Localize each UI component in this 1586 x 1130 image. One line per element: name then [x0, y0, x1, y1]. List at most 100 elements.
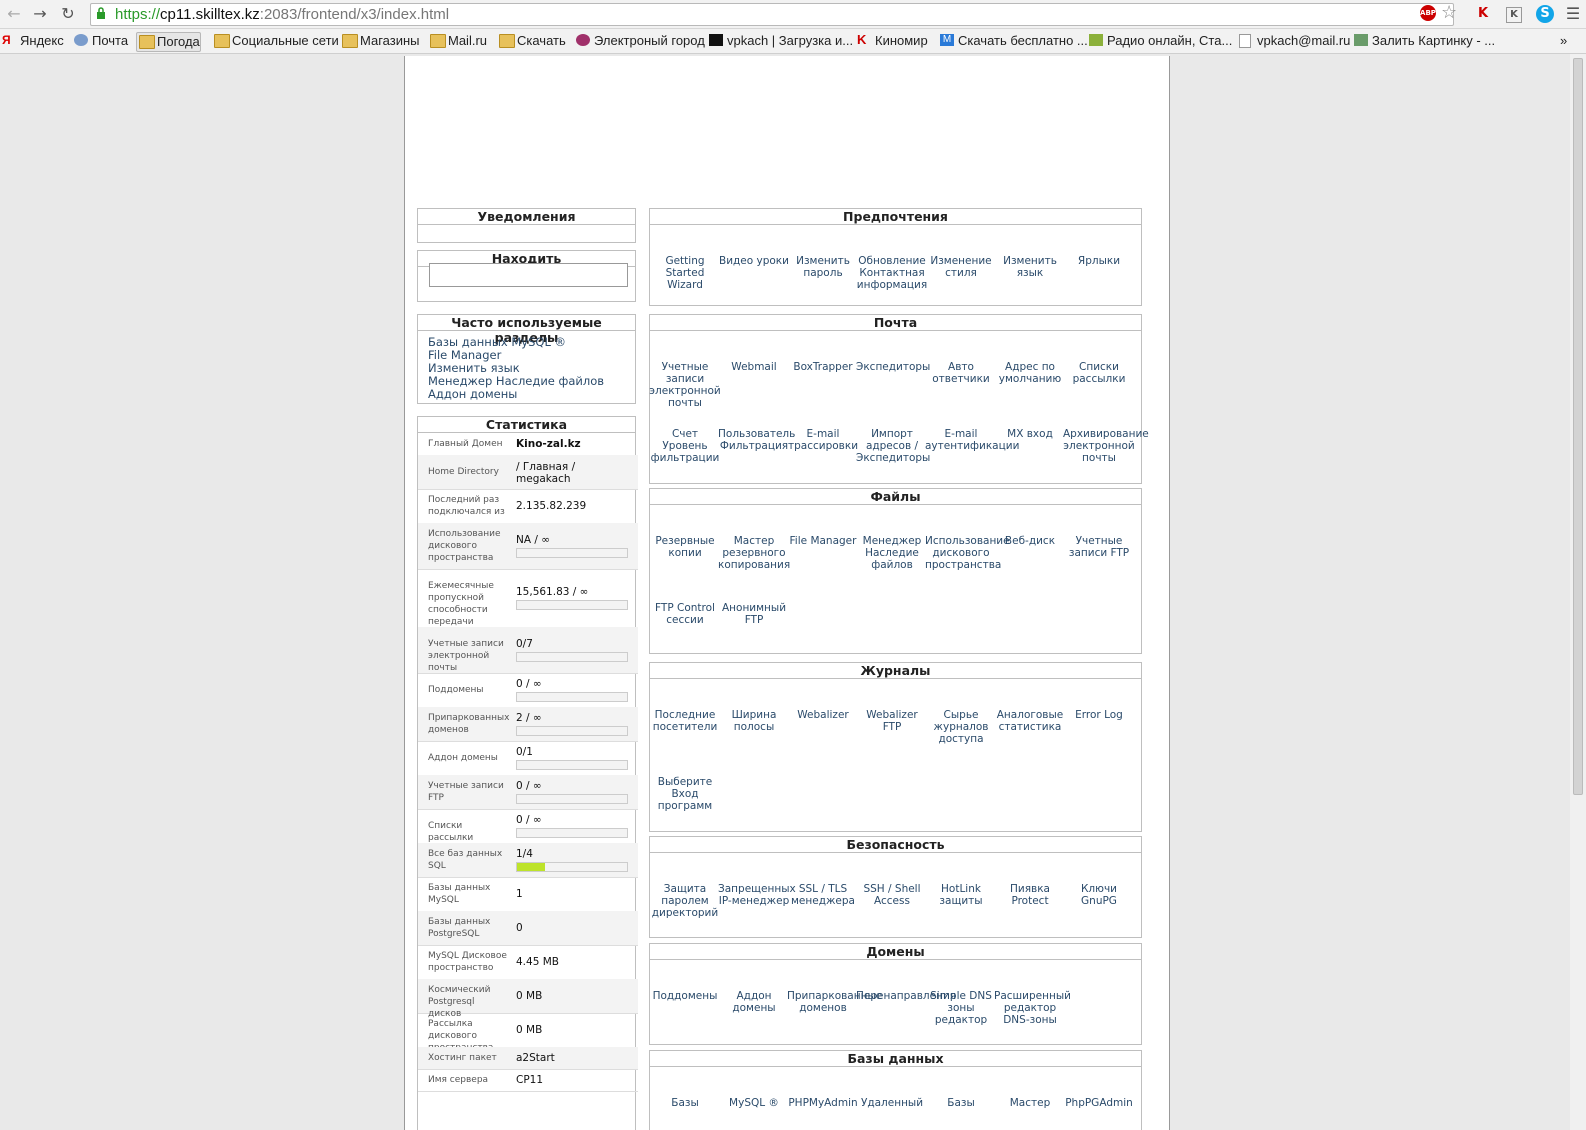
section-link[interactable]: Error Log: [1063, 709, 1135, 721]
bookmark-download[interactable]: Скачать: [497, 32, 566, 50]
section-link[interactable]: Выберите Вход программ: [649, 776, 721, 812]
reload-icon[interactable]: ↻: [58, 4, 78, 24]
section-link[interactable]: Мастер: [994, 1097, 1066, 1109]
section-link[interactable]: Обновление Контактная информация: [856, 255, 928, 291]
section-link[interactable]: Аналоговые статистика: [994, 709, 1066, 733]
skype-icon[interactable]: S: [1536, 5, 1554, 23]
section-link[interactable]: Расширенный редактор DNS-зоны: [994, 990, 1071, 1026]
bookmark-vpkach[interactable]: vpkach | Загрузка и...: [707, 32, 853, 50]
section-link[interactable]: E-mail аутентификации: [925, 428, 1019, 452]
bookmark-upload-image[interactable]: Залить Картинку - ...: [1352, 32, 1495, 50]
section-link[interactable]: Пользователь Фильтрация: [718, 428, 795, 452]
section-link[interactable]: HotLink защиты: [925, 883, 997, 907]
usage-bar: [516, 862, 628, 872]
forward-icon[interactable]: →: [30, 4, 50, 24]
stats-row: Ежемесячные пропускной способности перед…: [418, 569, 638, 628]
section-link[interactable]: Базы: [925, 1097, 997, 1109]
section-link[interactable]: SSH / Shell Access: [856, 883, 928, 907]
radio-icon: [1089, 34, 1103, 46]
folder-icon: [430, 34, 446, 48]
menu-icon[interactable]: ☰: [1564, 5, 1582, 23]
section-link[interactable]: Учетные записи FTP: [1063, 535, 1135, 559]
section-link[interactable]: PHPMyAdmin: [787, 1097, 859, 1109]
section-link[interactable]: Simple DNS зоны редактор: [925, 990, 997, 1026]
stat-label: Учетные записи электронной почты: [428, 639, 504, 673]
section-link[interactable]: Адрес по умолчанию: [994, 361, 1066, 385]
section-link[interactable]: Пиявка Protect: [994, 883, 1066, 907]
section-link[interactable]: Мастер резервного копирования: [718, 535, 790, 571]
section-link[interactable]: Базы: [649, 1097, 721, 1109]
usage-bar-fill: [517, 863, 545, 871]
section-link[interactable]: MX вход: [994, 428, 1066, 440]
section-link[interactable]: Архивирование электронной почты: [1063, 428, 1149, 464]
section-link[interactable]: Перенаправления: [856, 990, 956, 1002]
section-link[interactable]: Резервные копии: [649, 535, 721, 559]
section-link[interactable]: Защита паролем директорий: [649, 883, 721, 919]
section-link[interactable]: Ширина полосы: [718, 709, 790, 733]
section-link[interactable]: Веб-диск: [994, 535, 1066, 547]
stat-label: Главный Домен: [428, 439, 503, 449]
adblock-icon[interactable]: ABP: [1420, 5, 1436, 21]
section-link[interactable]: Авто ответчики: [925, 361, 997, 385]
section-link[interactable]: E-mail трассировки: [787, 428, 859, 452]
extension-k-icon[interactable]: K: [1506, 7, 1522, 23]
section-link[interactable]: Сырье журналов доступа: [925, 709, 997, 745]
section-link[interactable]: Импорт адресов / Экспедиторы: [856, 428, 930, 464]
stat-label: Использование дискового пространства: [428, 529, 501, 563]
section-link[interactable]: Ключи GnuPG: [1063, 883, 1135, 907]
section-link[interactable]: Поддомены: [649, 990, 721, 1002]
section-link[interactable]: Списки рассылки: [1063, 361, 1135, 385]
section-link[interactable]: Последние посетители: [649, 709, 721, 733]
section-link[interactable]: Аддон домены: [718, 990, 790, 1014]
back-icon[interactable]: ←: [4, 4, 24, 24]
section-link[interactable]: PhpPGAdmin: [1063, 1097, 1135, 1109]
section-link[interactable]: SSL / TLS менеджера: [787, 883, 859, 907]
section-link[interactable]: Использование дискового пространства: [925, 535, 1010, 571]
stat-value: 1/4: [516, 848, 533, 860]
section-link[interactable]: Getting Started Wizard: [649, 255, 721, 291]
section-link[interactable]: Webmail: [718, 361, 790, 373]
bookmark-mailru[interactable]: Mail.ru: [428, 32, 487, 50]
section-link[interactable]: Припаркованные доменов: [787, 990, 882, 1014]
section-link[interactable]: Экспедиторы: [856, 361, 930, 373]
search-input[interactable]: [429, 263, 628, 287]
bookmark-radio[interactable]: Радио онлайн, Ста...: [1087, 32, 1232, 50]
bookmark-vpkach-mail[interactable]: vpkach@mail.ru: [1237, 32, 1350, 50]
usage-bar: [516, 794, 628, 804]
section-link[interactable]: Изменить пароль: [787, 255, 859, 279]
section-link[interactable]: File Manager: [787, 535, 859, 547]
section-link[interactable]: Анонимный FTP: [718, 602, 790, 626]
section-link[interactable]: Webalizer: [787, 709, 859, 721]
section-link[interactable]: Webalizer FTP: [856, 709, 928, 733]
section-link[interactable]: BoxTrapper: [787, 361, 859, 373]
bookmark-social[interactable]: Социальные сети: [212, 32, 339, 50]
section-link[interactable]: Учетные записи электронной почты: [649, 361, 721, 409]
section-link[interactable]: FTP Control сессии: [649, 602, 721, 626]
section-link[interactable]: Ярлыки: [1063, 255, 1135, 267]
address-bar[interactable]: https://cp11.skilltex.kz:2083/frontend/x…: [90, 3, 1454, 26]
bookmark-weather[interactable]: Погода: [136, 32, 201, 52]
bookmark-shops[interactable]: Магазины: [340, 32, 420, 50]
bookmarks-overflow-icon[interactable]: »: [1556, 32, 1567, 50]
section-link[interactable]: Запрещенных IP-менеджер: [718, 883, 796, 907]
site-icon: [576, 34, 590, 46]
section-link[interactable]: Счет Уровень фильтрации: [649, 428, 721, 464]
page-scrollbar[interactable]: [1570, 54, 1586, 1130]
section-link[interactable]: Изменить язык: [994, 255, 1066, 279]
bookmark-star-icon[interactable]: ☆: [1441, 2, 1457, 23]
bookmark-download-free[interactable]: M Скачать бесплатно ...: [938, 32, 1088, 50]
frequent-title: Часто используемые разделы: [418, 315, 635, 345]
kaspersky-icon[interactable]: K: [1474, 5, 1492, 23]
section-link[interactable]: Менеджер Наследие файлов: [856, 535, 928, 571]
section-link[interactable]: Удаленный: [856, 1097, 928, 1109]
bookmark-e-city[interactable]: Электроный город: [574, 32, 705, 50]
bookmark-yandex[interactable]: Я Яндекс: [0, 32, 64, 50]
bookmark-kinomir[interactable]: K Киномир: [855, 32, 928, 50]
stats-row: Хостинг пакет a2Start: [418, 1047, 638, 1070]
frequent-link[interactable]: Аддон домены: [428, 388, 625, 401]
scrollbar-thumb[interactable]: [1573, 58, 1583, 795]
section-link[interactable]: Изменение стиля: [925, 255, 997, 279]
section-link[interactable]: Видео уроки: [718, 255, 790, 267]
bookmark-mail[interactable]: Почта: [72, 32, 128, 50]
section-link[interactable]: MySQL ®: [718, 1097, 790, 1109]
